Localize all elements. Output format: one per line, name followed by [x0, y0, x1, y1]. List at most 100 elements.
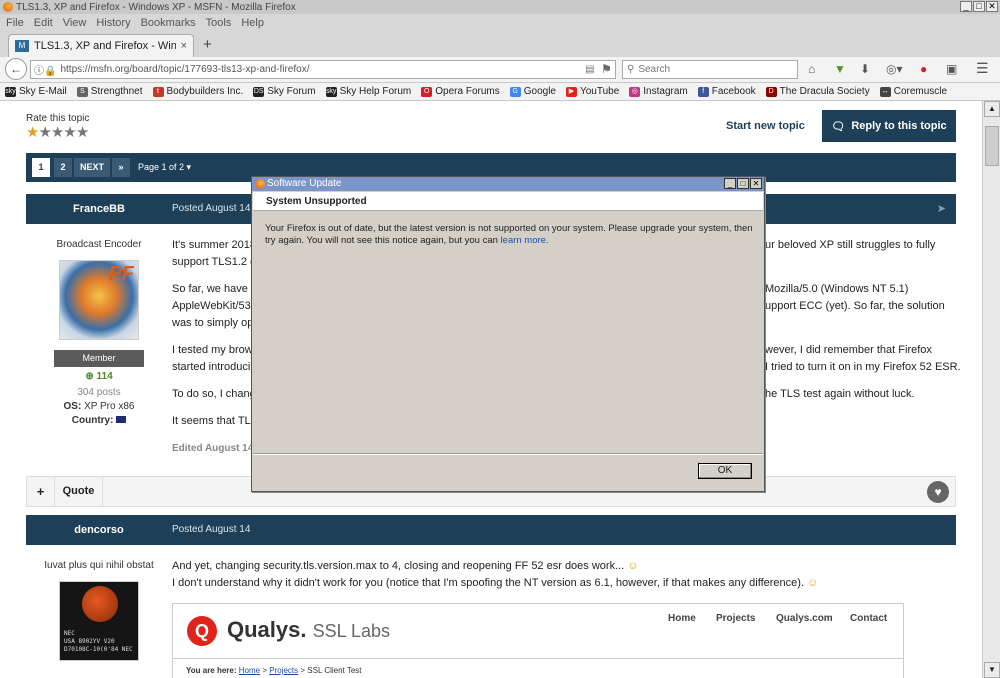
bookmark-item[interactable]: S Strengthnet: [76, 86, 143, 97]
multiquote-button[interactable]: +: [27, 477, 55, 506]
ok-button[interactable]: OK: [698, 463, 752, 479]
opera-icon: O: [421, 86, 433, 97]
home-icon[interactable]: ⌂: [808, 62, 815, 76]
facebook-icon: f: [697, 86, 709, 97]
close-window-button[interactable]: ✕: [986, 1, 998, 12]
avatar[interactable]: PF: [59, 260, 139, 340]
qualys-nav-projects[interactable]: Projects: [716, 613, 755, 624]
bookmark-label: Facebook: [711, 86, 756, 97]
sidebar-icon[interactable]: ▣: [946, 62, 957, 76]
url-bar[interactable]: ⓘ🔒 https://msfn.org/board/topic/177693-t…: [30, 60, 616, 79]
star-icon[interactable]: ★: [63, 124, 76, 141]
post-author[interactable]: FranceBB: [26, 203, 172, 215]
menu-help[interactable]: Help: [241, 17, 264, 29]
start-new-topic-link[interactable]: Start new topic: [726, 120, 805, 132]
new-tab-button[interactable]: +: [203, 36, 212, 53]
reply-topic-button[interactable]: 🗨 Reply to this topic: [822, 110, 956, 142]
star-icon[interactable]: ★: [38, 124, 51, 141]
bookmark-item[interactable]: t Bodybuilders Inc.: [152, 86, 244, 97]
quote-button[interactable]: Quote: [55, 477, 103, 506]
tab-close-icon[interactable]: ×: [181, 40, 187, 52]
member-badge: Member: [54, 350, 144, 367]
post-text: And yet, changing security.tls.version.m…: [172, 560, 639, 572]
user-title: Broadcast Encoder: [56, 239, 142, 250]
dialog-close-button[interactable]: ✕: [750, 178, 762, 189]
post-author[interactable]: dencorso: [26, 524, 172, 536]
menu-file[interactable]: File: [6, 17, 24, 29]
star-icon[interactable]: ★: [26, 124, 39, 141]
scroll-down-icon[interactable]: ▼: [984, 662, 1000, 678]
bookmark-item[interactable]: DS Sky Forum: [253, 86, 316, 97]
qualys-logo-icon: Q: [187, 616, 217, 646]
page-scrollbar[interactable]: ▲ ▼: [982, 101, 1000, 678]
back-button[interactable]: ←: [5, 58, 27, 80]
download-icon[interactable]: ⬇: [860, 62, 870, 76]
dialog-maximize-button[interactable]: □: [737, 178, 749, 189]
coremuscle-icon: ↔: [879, 86, 891, 97]
smiley-icon: ☺: [627, 560, 639, 572]
bookmark-item[interactable]: ↔ Coremuscle: [879, 86, 947, 97]
bookmark-item[interactable]: sky Sky E-Mail: [5, 86, 67, 97]
bookmark-label: Sky Forum: [267, 86, 316, 97]
addon-icon[interactable]: ▼: [834, 62, 846, 76]
heart-icon[interactable]: ♥: [927, 481, 949, 503]
window-title: TLS1.3, XP and Firefox - Windows XP - MS…: [16, 1, 296, 13]
scroll-thumb[interactable]: [985, 126, 999, 166]
page-1-button[interactable]: 1: [32, 158, 50, 177]
site-info-icon[interactable]: ⓘ🔒: [34, 62, 56, 77]
page-2-button[interactable]: 2: [54, 158, 72, 177]
avatar[interactable]: NEC USA 8902YV V20 D70108C-10(0'84 NEC: [59, 581, 139, 661]
menu-tools[interactable]: Tools: [206, 17, 232, 29]
dialog-minimize-button[interactable]: _: [724, 178, 736, 189]
scroll-up-icon[interactable]: ▲: [984, 101, 1000, 117]
reputation-plus-icon: ⊕: [85, 371, 97, 382]
page-of-dropdown[interactable]: Page 1 of 2 ▾: [138, 158, 191, 177]
maximize-button[interactable]: □: [973, 1, 985, 12]
globe-icon[interactable]: ◎▾: [886, 62, 903, 76]
share-icon[interactable]: ➤: [937, 202, 946, 215]
rating-stars[interactable]: ★★★★★: [26, 123, 89, 141]
chip-label: NEC USA 8902YV V20 D70108C-10(0'84 NEC: [64, 630, 133, 653]
reader-view-icon[interactable]: ▤: [585, 64, 594, 75]
minimize-button[interactable]: _: [960, 1, 972, 12]
pocket-icon[interactable]: ⚑: [601, 62, 612, 76]
bookmark-item[interactable]: D The Dracula Society: [765, 86, 870, 97]
post-text: ur beloved XP still struggles to fully: [765, 239, 936, 251]
qualys-nav-qualys[interactable]: Qualys.com: [776, 613, 833, 624]
menu-history[interactable]: History: [96, 17, 130, 29]
post-text: wever, I did remember that Firefox: [765, 344, 932, 356]
next-page-button[interactable]: NEXT: [74, 158, 110, 177]
bookmark-item[interactable]: G Google: [509, 86, 556, 97]
menu-view[interactable]: View: [63, 17, 87, 29]
post-text: It's summer 2018: [172, 239, 257, 251]
reply-label: Reply to this topic: [851, 120, 947, 132]
qualys-nav-home[interactable]: Home: [668, 613, 696, 624]
post-text: started introducin: [172, 361, 257, 373]
qualys-nav-contact[interactable]: Contact: [850, 613, 887, 624]
menu-bookmarks[interactable]: Bookmarks: [141, 17, 196, 29]
bookmark-label: Opera Forums: [435, 86, 500, 97]
tab-active[interactable]: M TLS1.3, XP and Firefox - Windo... ×: [8, 34, 194, 57]
bookmark-item[interactable]: ▶ YouTube: [565, 86, 619, 97]
crumb-home-link[interactable]: Home: [239, 666, 260, 675]
star-icon[interactable]: ★: [51, 124, 64, 141]
crumb-projects-link[interactable]: Projects: [269, 666, 298, 675]
bookmark-item[interactable]: O Opera Forums: [421, 86, 500, 97]
bookmark-item[interactable]: ◎ Instagram: [629, 86, 688, 97]
menu-edit[interactable]: Edit: [34, 17, 53, 29]
firefox-icon: [255, 179, 265, 189]
dialog-message: Your Firefox is out of date, but the lat…: [265, 223, 753, 246]
search-box[interactable]: ⚲ Search: [622, 60, 798, 79]
post-text: support TLS1.2 du: [172, 256, 263, 268]
bookmark-label: Bodybuilders Inc.: [166, 86, 244, 97]
learn-more-link[interactable]: learn more.: [501, 235, 549, 246]
opera-ext-icon[interactable]: ●: [920, 62, 927, 76]
last-page-button[interactable]: »: [112, 158, 130, 177]
bookmark-item[interactable]: f Facebook: [697, 86, 756, 97]
star-icon[interactable]: ★: [76, 124, 89, 141]
bookmarks-toolbar: sky Sky E-Mail S Strengthnet t Bodybuilders…: [0, 83, 1000, 101]
dialog-heading: System Unsupported: [253, 192, 763, 211]
google-icon: G: [509, 86, 521, 97]
menu-hamburger-icon[interactable]: ☰: [976, 60, 989, 77]
bookmark-item[interactable]: sky Sky Help Forum: [325, 86, 411, 97]
